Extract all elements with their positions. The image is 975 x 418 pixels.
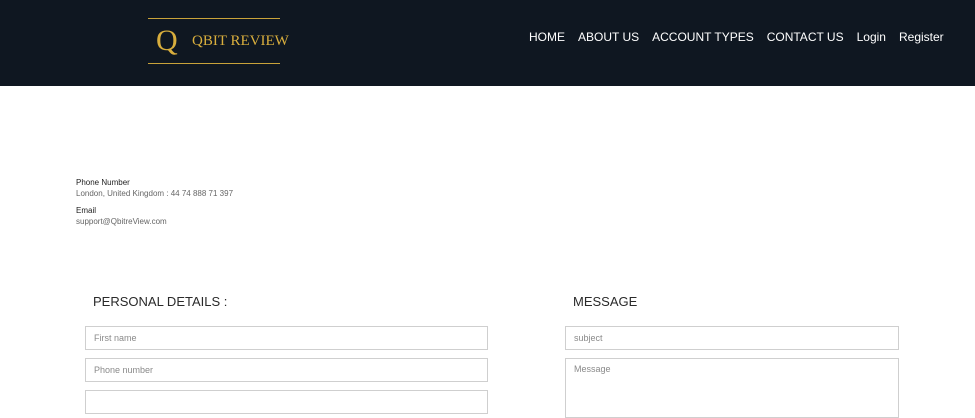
nav-item-account-types[interactable]: ACCOUNT TYPES [652, 29, 754, 45]
contact-info: Phone Number London, United Kingdom : 44… [76, 178, 376, 234]
brand-name: QBIT REVIEW [192, 33, 289, 49]
first-name-input[interactable] [85, 326, 488, 350]
main-nav: HOME ABOUT US ACCOUNT TYPES CONTACT US L… [529, 29, 944, 45]
message-textarea[interactable] [565, 358, 899, 418]
site-header: Q QBIT REVIEW HOME ABOUT US ACCOUNT TYPE… [0, 0, 975, 86]
nav-item-register[interactable]: Register [899, 29, 944, 45]
email-input[interactable] [85, 390, 488, 414]
nav-item-login[interactable]: Login [857, 29, 886, 45]
brand-logo[interactable]: Q QBIT REVIEW [148, 18, 289, 64]
phone-number-input[interactable] [85, 358, 488, 382]
email-label: Email [76, 206, 97, 215]
phone-label: Phone Number [76, 178, 130, 187]
message-title: MESSAGE [573, 294, 638, 309]
logo-q-icon: Q [156, 24, 178, 57]
email-value: support@QbitreView.com [76, 217, 167, 226]
nav-item-contact-us[interactable]: CONTACT US [767, 29, 844, 45]
nav-item-about-us[interactable]: ABOUT US [578, 29, 639, 45]
phone-value: London, United Kingdom : 44 74 888 71 39… [76, 189, 234, 198]
personal-details-title: PERSONAL DETAILS : [93, 294, 228, 309]
subject-input[interactable] [565, 326, 899, 350]
nav-item-home[interactable]: HOME [529, 29, 565, 45]
